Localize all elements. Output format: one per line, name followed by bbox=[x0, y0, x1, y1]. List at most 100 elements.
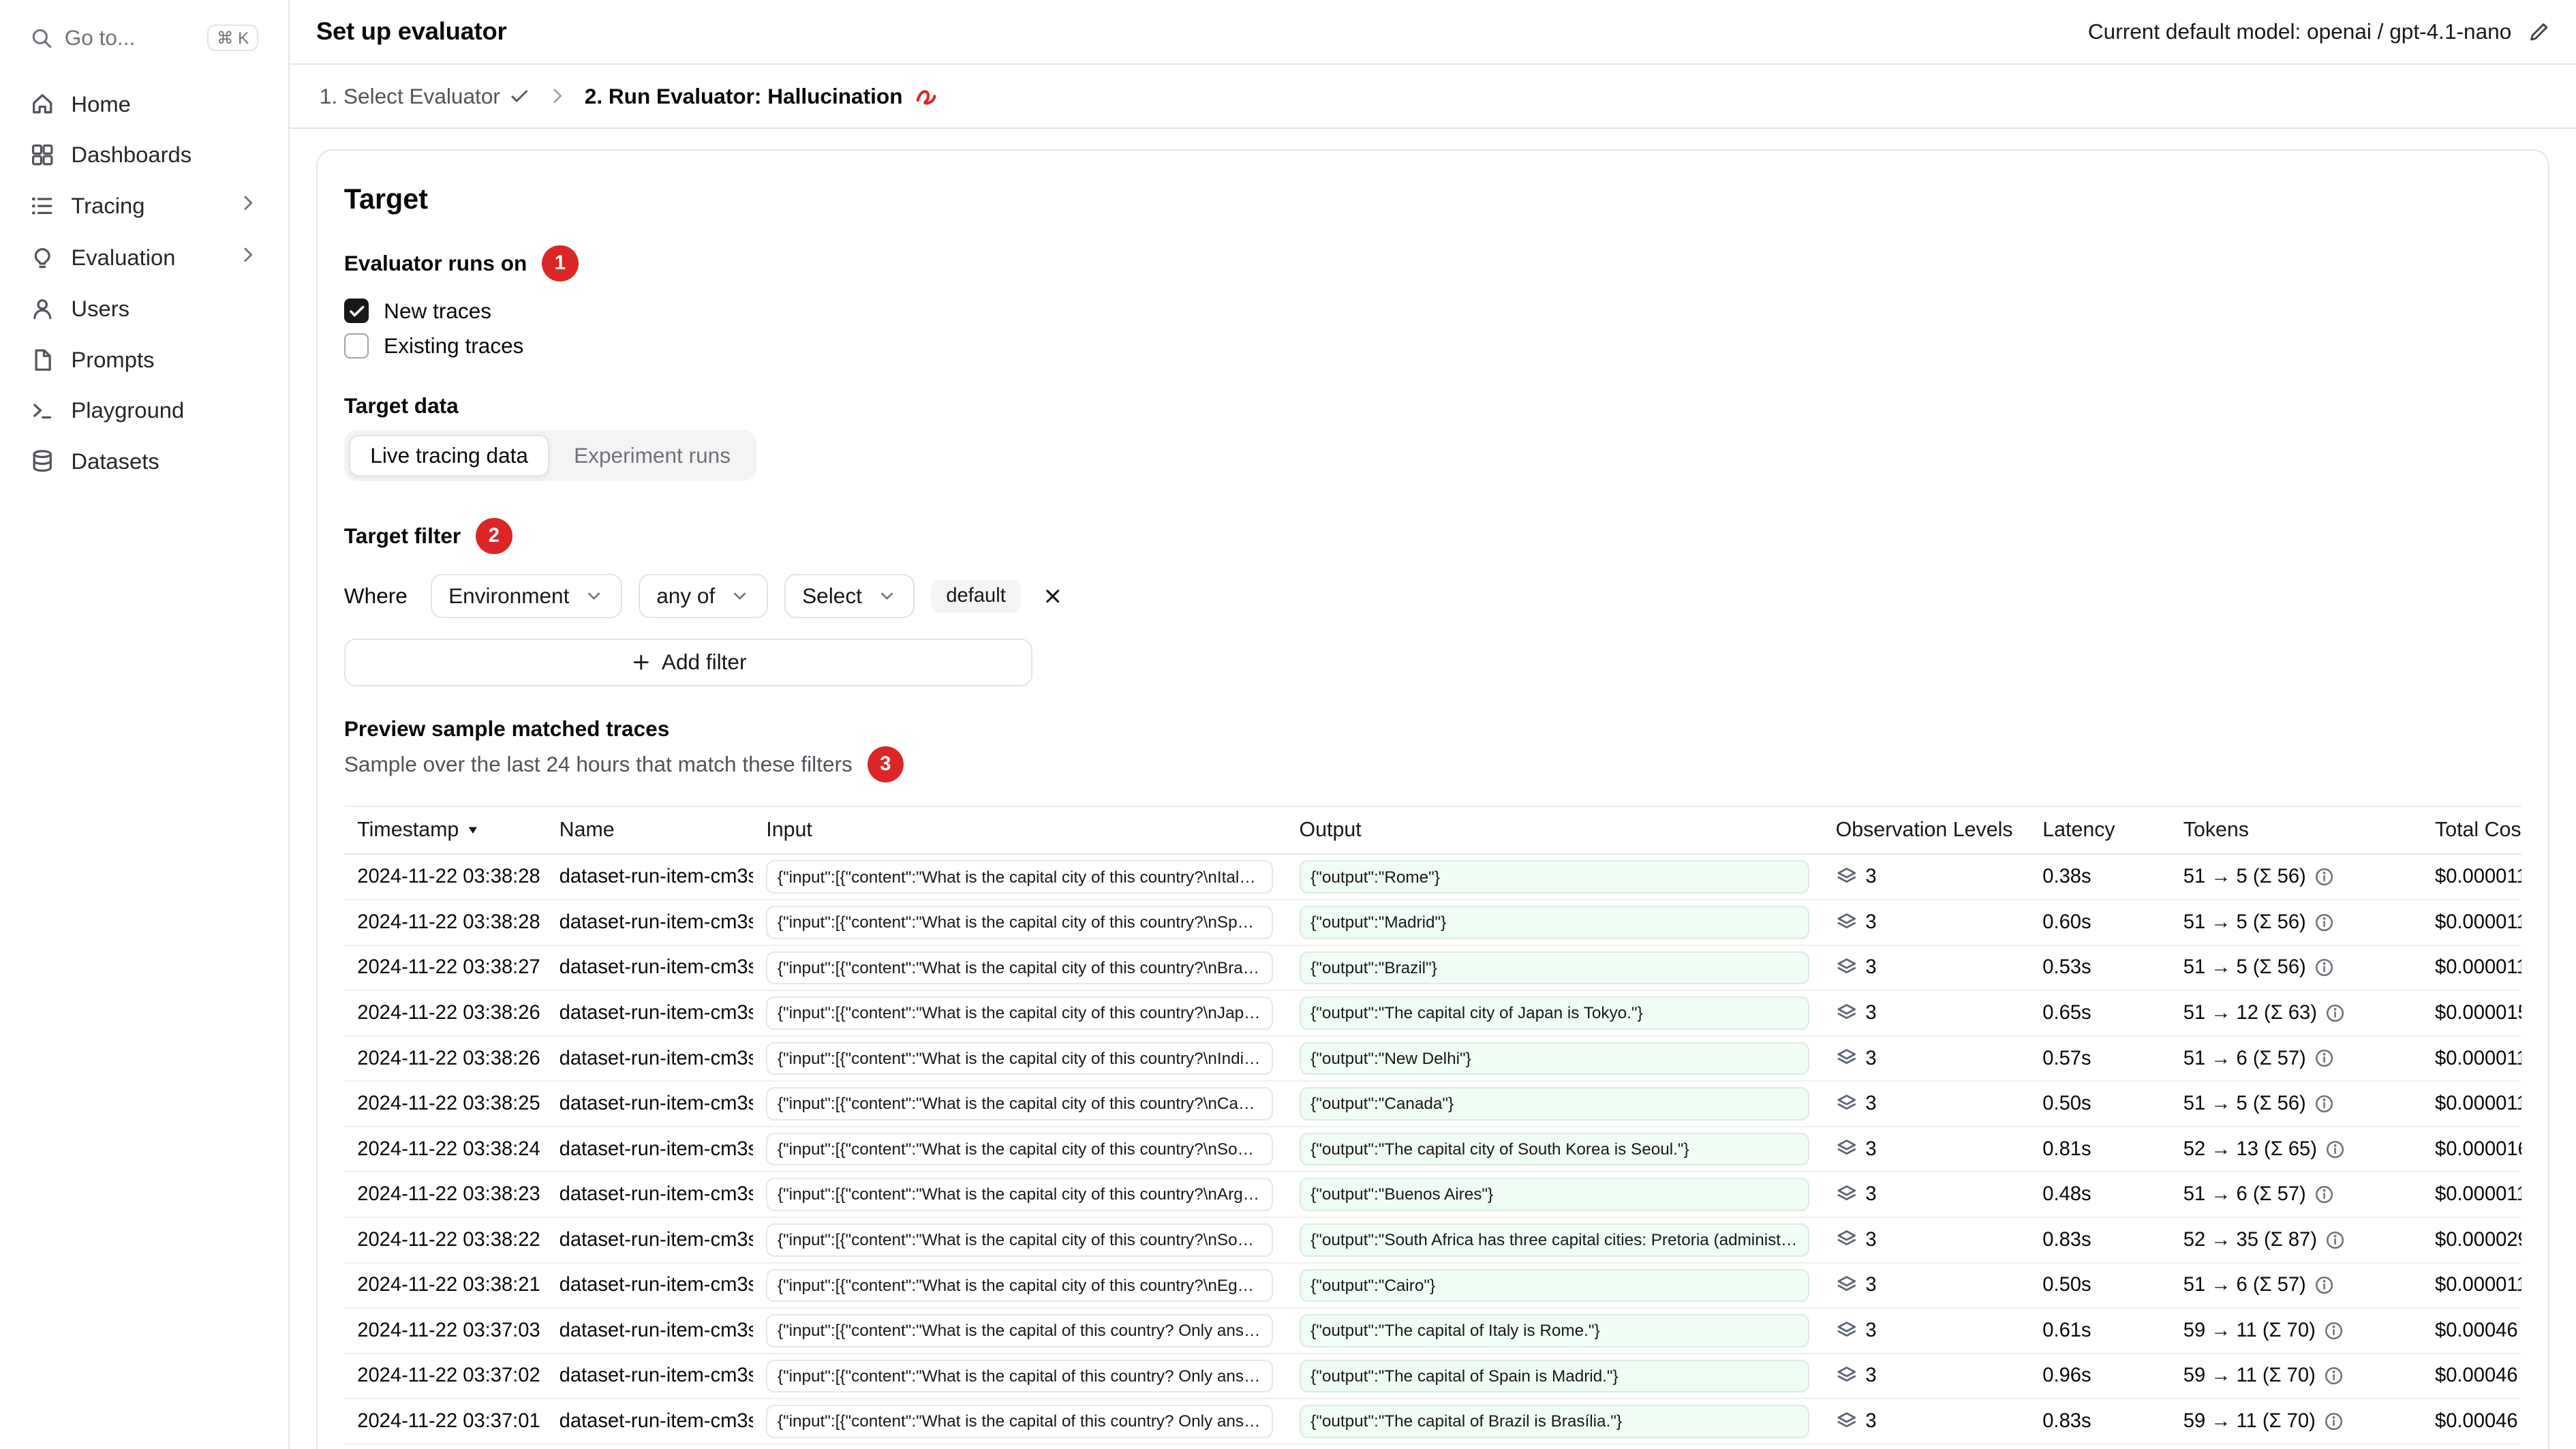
trace-row[interactable]: 2024-11-22 03:38:23 dataset-run-item-cm3s… bbox=[343, 1172, 2522, 1218]
output-preview[interactable]: {"output":"Cairo"} bbox=[1299, 1268, 1809, 1302]
output-preview[interactable]: {"output":"South Africa has three capita… bbox=[1299, 1223, 1809, 1257]
input-preview[interactable]: {"input":[{"content":"What is the capita… bbox=[766, 1268, 1273, 1302]
checkbox-checked[interactable] bbox=[343, 298, 369, 324]
sidebar-item-datasets[interactable]: Datasets bbox=[16, 437, 272, 486]
cell-output: {"output":"Madrid"} bbox=[1286, 900, 1823, 946]
input-preview[interactable]: {"input":[{"content":"What is the capita… bbox=[766, 860, 1273, 894]
output-preview[interactable]: {"output":"New Delhi"} bbox=[1299, 1041, 1809, 1076]
filter-column-select[interactable]: Environment bbox=[430, 574, 622, 619]
input-preview[interactable]: {"input":[{"content":"What is the capita… bbox=[766, 1405, 1273, 1438]
tokens-value: 59 → 11 (Σ 70) bbox=[2183, 1410, 2316, 1432]
goto-search[interactable]: Go to... ⌘ K bbox=[16, 16, 272, 59]
cell-tokens: 51 → 12 (Σ 63) bbox=[2170, 990, 2422, 1037]
column-header-name[interactable]: Name bbox=[546, 807, 753, 855]
cell-output: {"output":"Cairo"} bbox=[1286, 1262, 1823, 1309]
output-preview[interactable]: {"output":"Madrid"} bbox=[1299, 906, 1809, 939]
cell-latency: 0.96s bbox=[2029, 1353, 2171, 1400]
tokens-value: 51 → 5 (Σ 56) bbox=[2183, 911, 2306, 933]
cell-timestamp: 2024-11-22 03:37:02 bbox=[343, 1353, 547, 1400]
column-header-tokens[interactable]: Tokens bbox=[2170, 807, 2422, 855]
step-select-evaluator[interactable]: 1. Select Evaluator bbox=[320, 84, 530, 109]
input-preview[interactable]: {"input":[{"content":"What is the capita… bbox=[766, 1087, 1273, 1120]
edit-model-icon[interactable] bbox=[2528, 21, 2550, 43]
column-header-output[interactable]: Output bbox=[1286, 807, 1823, 855]
input-preview[interactable]: {"input":[{"content":"What is the capita… bbox=[766, 1223, 1273, 1257]
output-preview[interactable]: {"output":"Brazil"} bbox=[1299, 951, 1809, 985]
remove-filter-button[interactable] bbox=[1037, 581, 1069, 612]
sidebar-item-users[interactable]: Users bbox=[16, 284, 272, 333]
input-preview[interactable]: {"input":[{"content":"What is the capita… bbox=[766, 1132, 1273, 1166]
sidebar-item-label: Tracing bbox=[71, 193, 145, 219]
column-header-observation-levels[interactable]: Observation Levels bbox=[1822, 807, 2029, 855]
trace-row[interactable]: 2024-11-22 03:38:26 dataset-run-item-cm3s… bbox=[343, 1035, 2522, 1082]
output-preview[interactable]: {"output":"The capital of Brazil is Bras… bbox=[1299, 1405, 1809, 1438]
cell-latency: 0.53s bbox=[2029, 945, 2171, 992]
input-preview[interactable]: {"input":[{"content":"What is the capita… bbox=[766, 1359, 1273, 1393]
checkbox-row-new-traces[interactable]: New traces bbox=[343, 293, 2521, 329]
output-preview[interactable]: {"output":"Rome"} bbox=[1299, 860, 1809, 894]
evaluator-runs-on-label: Evaluator runs on bbox=[343, 251, 527, 276]
filter-value-chip[interactable]: default bbox=[931, 580, 1021, 613]
column-header-input[interactable]: Input bbox=[752, 807, 1287, 855]
step-run-evaluator-label: 2. Run Evaluator: Hallucination bbox=[584, 83, 903, 108]
output-preview[interactable]: {"output":"The capital city of South Kor… bbox=[1299, 1132, 1809, 1166]
cell-tokens: 51 → 5 (Σ 56) bbox=[2170, 1081, 2422, 1127]
column-header-latency[interactable]: Latency bbox=[2029, 807, 2171, 855]
cell-latency: 0.60s bbox=[2029, 900, 2171, 946]
output-preview[interactable]: {"output":"The capital of Spain is Madri… bbox=[1299, 1359, 1809, 1393]
output-preview[interactable]: {"output":"Canada"} bbox=[1299, 1087, 1809, 1120]
trace-row[interactable]: 2024-11-22 03:38:25 dataset-run-item-cm3s… bbox=[343, 1081, 2522, 1127]
trace-row[interactable]: 2024-11-22 03:38:28 dataset-run-item-cm3s… bbox=[343, 854, 2522, 901]
input-preview[interactable]: {"input":[{"content":"What is the capita… bbox=[766, 951, 1273, 985]
tokens-value: 51 → 12 (Σ 63) bbox=[2183, 1001, 2317, 1024]
add-filter-button[interactable]: Add filter bbox=[343, 638, 1033, 687]
trace-row[interactable]: 2024-11-22 03:37:02 dataset-run-item-cm3s… bbox=[343, 1353, 2522, 1400]
sidebar-item-playground[interactable]: Playground bbox=[16, 386, 272, 435]
column-header-total-cost[interactable]: Total Cost bbox=[2421, 807, 2522, 855]
cell-timestamp: 2024-11-22 03:38:24 bbox=[343, 1126, 547, 1173]
trace-row[interactable]: 2024-11-22 03:37:01 dataset-run-item-cm3s… bbox=[343, 1399, 2522, 1445]
cell-output: {"output":"The capital of Brazil is Bras… bbox=[1286, 1399, 1823, 1445]
output-preview[interactable]: {"output":"Buenos Aires"} bbox=[1299, 1178, 1809, 1211]
cell-tokens: 51 → 5 (Σ 56) bbox=[2170, 854, 2422, 901]
sidebar-item-tracing[interactable]: Tracing bbox=[16, 181, 272, 231]
observation-count: 3 bbox=[1865, 1001, 1877, 1024]
trace-row[interactable]: 2024-11-22 03:37:03 dataset-run-item-cm3s… bbox=[343, 1308, 2522, 1354]
output-preview[interactable]: {"output":"The capital city of Japan is … bbox=[1299, 996, 1809, 1030]
input-preview[interactable]: {"input":[{"content":"What is the capita… bbox=[766, 1314, 1273, 1347]
users-icon bbox=[30, 296, 55, 321]
input-preview[interactable]: {"input":[{"content":"What is the capita… bbox=[766, 1041, 1273, 1076]
observation-count: 3 bbox=[1865, 1047, 1877, 1069]
annotation-badge-2: 2 bbox=[476, 517, 512, 555]
trace-row[interactable]: 2024-11-22 03:38:24 dataset-run-item-cm3s… bbox=[343, 1126, 2522, 1173]
total-cost-value: $0.000011 bbox=[2435, 911, 2522, 933]
cell-observation-levels: 3 bbox=[1822, 1081, 2029, 1127]
info-icon bbox=[2314, 913, 2334, 932]
sidebar-item-home[interactable]: Home bbox=[16, 80, 272, 129]
filter-value-select[interactable]: Select bbox=[784, 574, 915, 619]
input-preview[interactable]: {"input":[{"content":"What is the capita… bbox=[766, 996, 1273, 1030]
input-preview[interactable]: {"input":[{"content":"What is the capita… bbox=[766, 1178, 1273, 1211]
layers-icon bbox=[1836, 1138, 1858, 1160]
output-preview[interactable]: {"output":"The capital of Italy is Rome.… bbox=[1299, 1314, 1809, 1347]
trace-row[interactable]: 2024-11-22 03:38:26 dataset-run-item-cm3s… bbox=[343, 990, 2522, 1037]
cell-observation-levels: 3 bbox=[1822, 1035, 2029, 1082]
trace-row[interactable]: 2024-11-22 03:38:27 dataset-run-item-cm3s… bbox=[343, 945, 2522, 992]
filter-operator-select[interactable]: any of bbox=[638, 574, 768, 619]
trace-row[interactable]: 2024-11-22 03:38:22 dataset-run-item-cm3s… bbox=[343, 1217, 2522, 1264]
cell-input: {"input":[{"content":"What is the capita… bbox=[752, 1262, 1287, 1309]
trace-row[interactable]: 2024-11-22 03:38:28 dataset-run-item-cm3s… bbox=[343, 900, 2522, 946]
step-run-evaluator[interactable]: 2. Run Evaluator: Hallucination bbox=[585, 84, 939, 109]
sidebar-item-dashboards[interactable]: Dashboards bbox=[16, 130, 272, 179]
sidebar-item-evaluation[interactable]: Evaluation bbox=[16, 232, 272, 283]
tab-experiment-runs[interactable]: Experiment runs bbox=[553, 435, 752, 476]
input-preview[interactable]: {"input":[{"content":"What is the capita… bbox=[766, 906, 1273, 939]
checkbox-unchecked[interactable] bbox=[343, 333, 369, 359]
tab-live-tracing-data[interactable]: Live tracing data bbox=[349, 435, 550, 476]
layers-icon bbox=[1836, 957, 1858, 979]
sidebar-item-prompts[interactable]: Prompts bbox=[16, 335, 272, 384]
trace-row[interactable]: 2024-11-22 03:38:21 dataset-run-item-cm3s… bbox=[343, 1262, 2522, 1309]
checkbox-row-existing-traces[interactable]: Existing traces bbox=[343, 329, 2521, 364]
column-header-timestamp[interactable]: Timestamp bbox=[343, 807, 547, 855]
chevron-down-icon bbox=[877, 586, 897, 606]
